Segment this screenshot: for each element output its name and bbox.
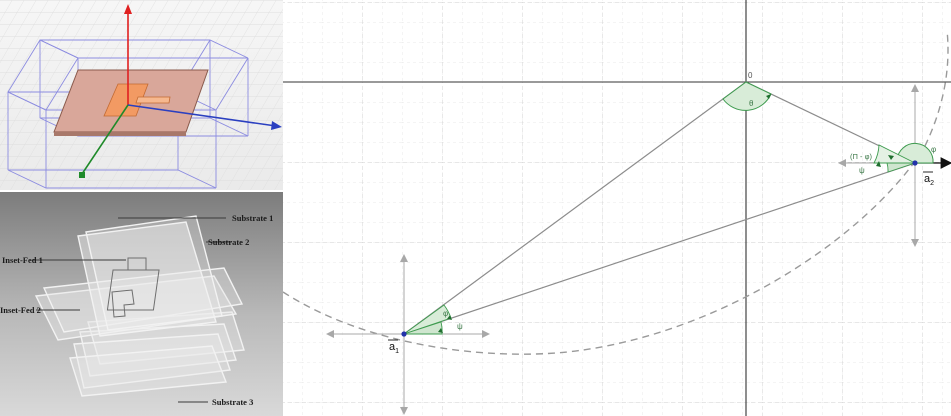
substrate-plate-1b <box>85 215 223 331</box>
substrate-stack-drawing: Substrate 1 Substrate 2 Inset-Fed 1 Inse… <box>0 213 273 407</box>
psi-a2-label: ψ <box>859 166 865 175</box>
phi-a2-label: φ <box>931 145 936 154</box>
theta-label: θ <box>749 99 754 108</box>
label-inset-fed-1: Inset-Fed 1 <box>2 255 43 265</box>
y-axis-marker <box>79 172 85 178</box>
antenna-3d-view <box>0 0 283 190</box>
point-a2 <box>912 160 918 166</box>
psi-a1-label: ψ <box>457 322 463 331</box>
geometry-drawing: θ 0 φ (Π - φ) ψ a2 φ ψ a1 <box>283 0 951 416</box>
label-substrate-3: Substrate 3 <box>212 397 253 407</box>
label-inset-fed-2: Inset-Fed 2 <box>0 305 41 315</box>
pi-minus-psi-label: (Π - φ) <box>850 152 872 161</box>
substrate-edge <box>54 132 186 136</box>
label-substrate-1: Substrate 1 <box>232 213 273 223</box>
antenna-3d-drawing <box>0 0 283 190</box>
origin-label: 0 <box>748 71 753 80</box>
inset-feed-line <box>135 96 171 104</box>
geometry-diagram: θ 0 φ (Π - φ) ψ a2 φ ψ a1 <box>283 0 951 416</box>
label-substrate-2: Substrate 2 <box>208 237 249 247</box>
phi-a1-label: φ <box>443 309 448 318</box>
substrate-stack-view: Substrate 1 Substrate 2 Inset-Fed 1 Inse… <box>0 192 283 416</box>
point-a1 <box>401 331 407 337</box>
major-grid <box>283 0 951 416</box>
